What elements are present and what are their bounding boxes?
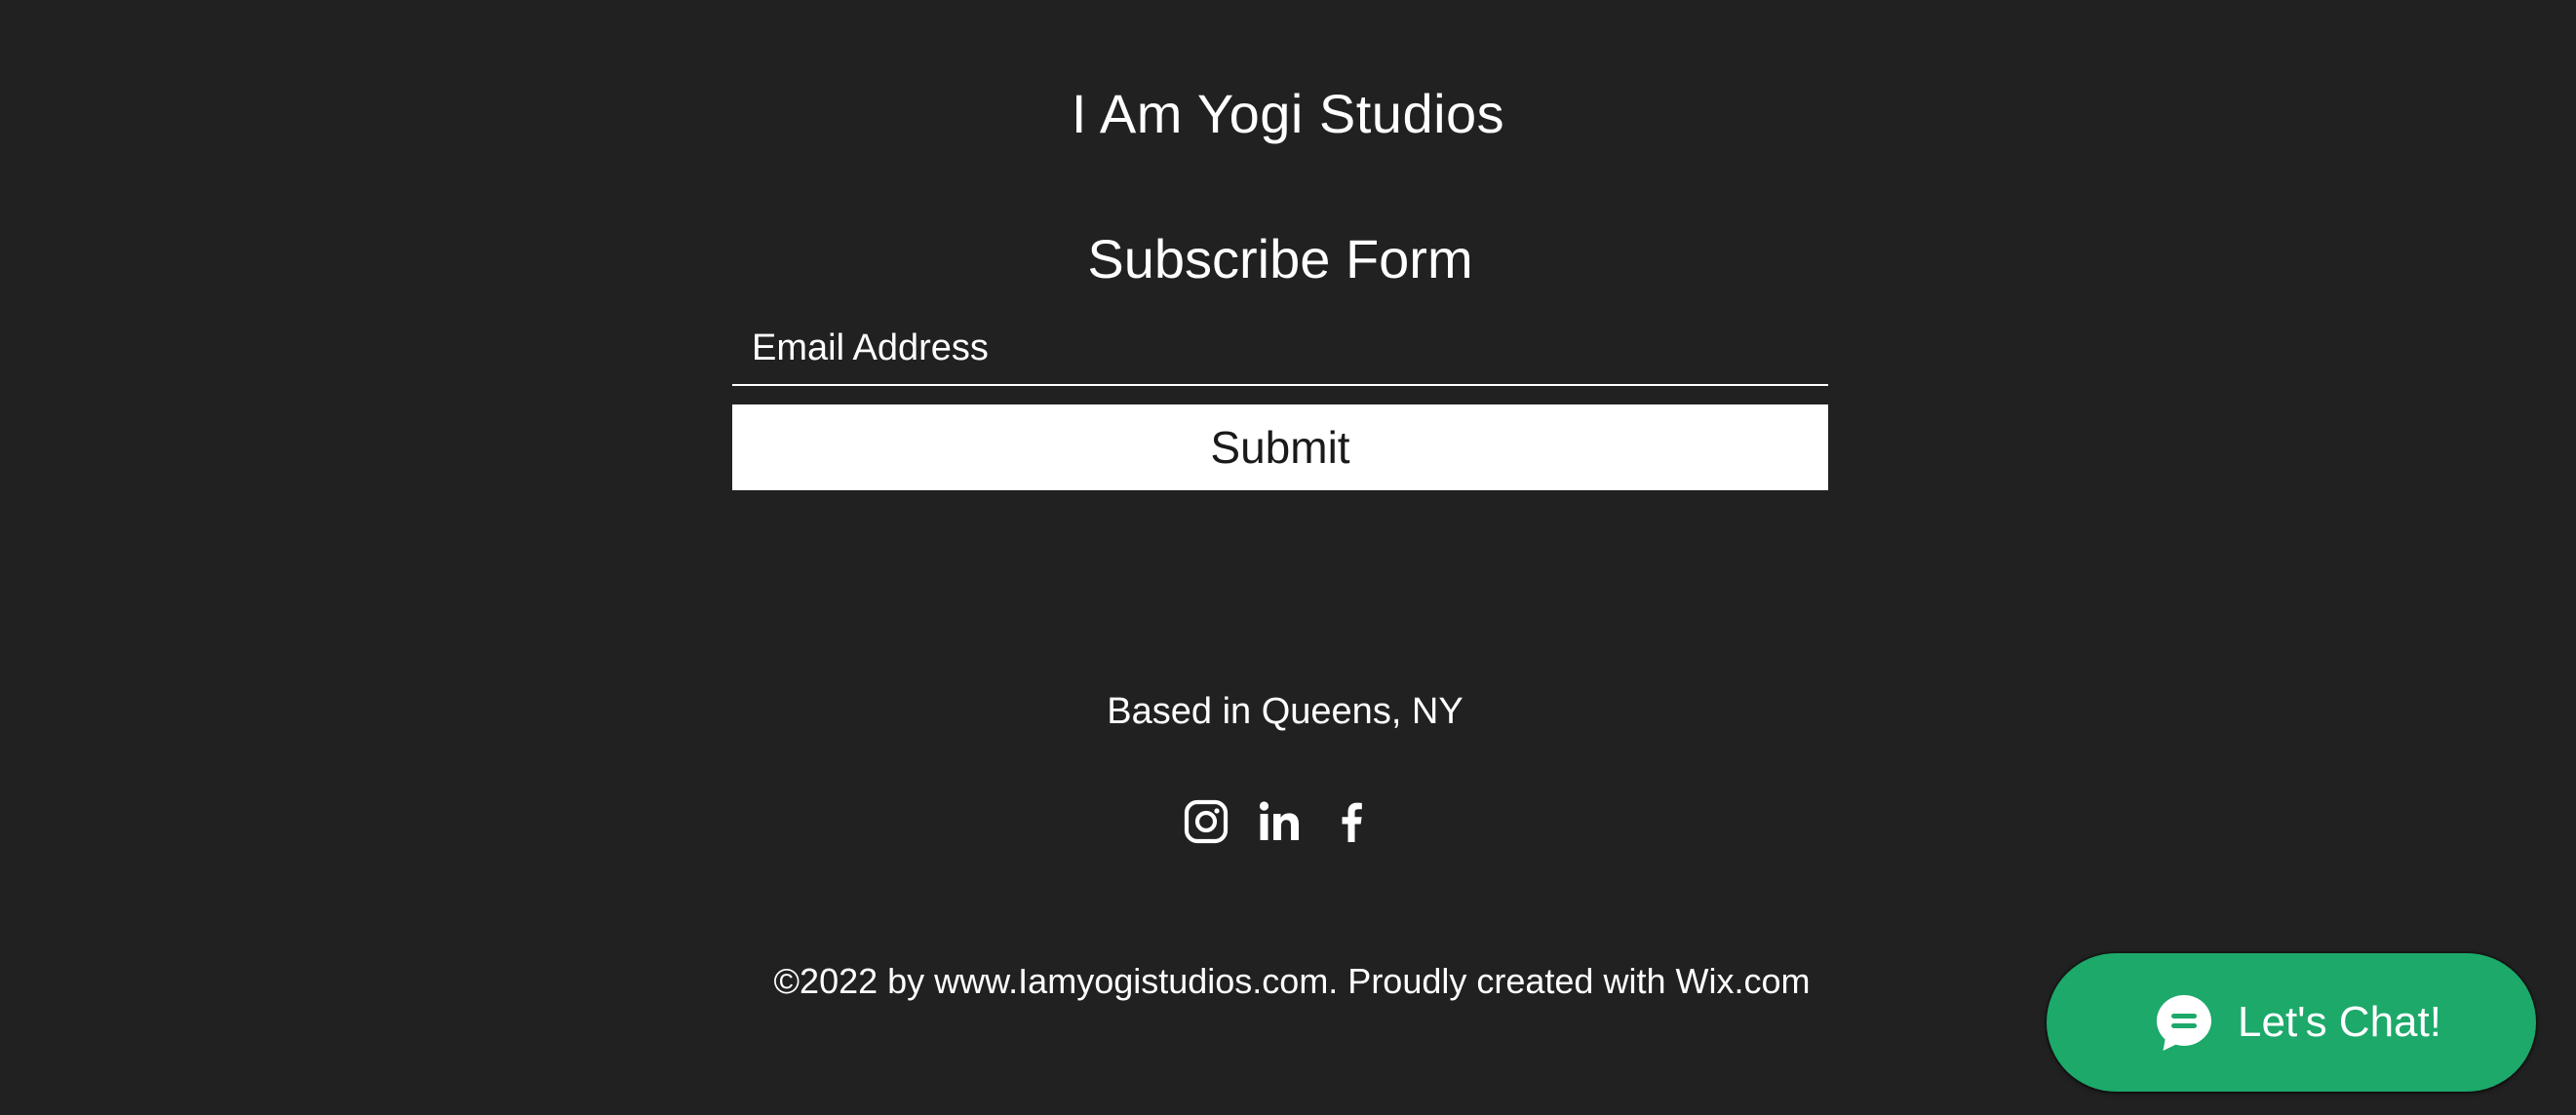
social-bar bbox=[1182, 797, 1377, 846]
location-text: Based in Queens, NY bbox=[1107, 691, 1464, 732]
chat-bubble-icon bbox=[2154, 992, 2214, 1053]
chat-button[interactable]: Let's Chat! bbox=[2047, 953, 2536, 1092]
facebook-icon[interactable] bbox=[1328, 797, 1377, 846]
submit-button[interactable]: Submit bbox=[732, 404, 1828, 490]
subscribe-form-title: Subscribe Form bbox=[1087, 228, 1473, 289]
instagram-icon[interactable] bbox=[1182, 797, 1230, 846]
chat-label: Let's Chat! bbox=[2238, 998, 2441, 1046]
linkedin-icon[interactable] bbox=[1255, 797, 1304, 846]
email-field[interactable] bbox=[732, 312, 1828, 386]
site-title: I Am Yogi Studios bbox=[1071, 83, 1505, 144]
